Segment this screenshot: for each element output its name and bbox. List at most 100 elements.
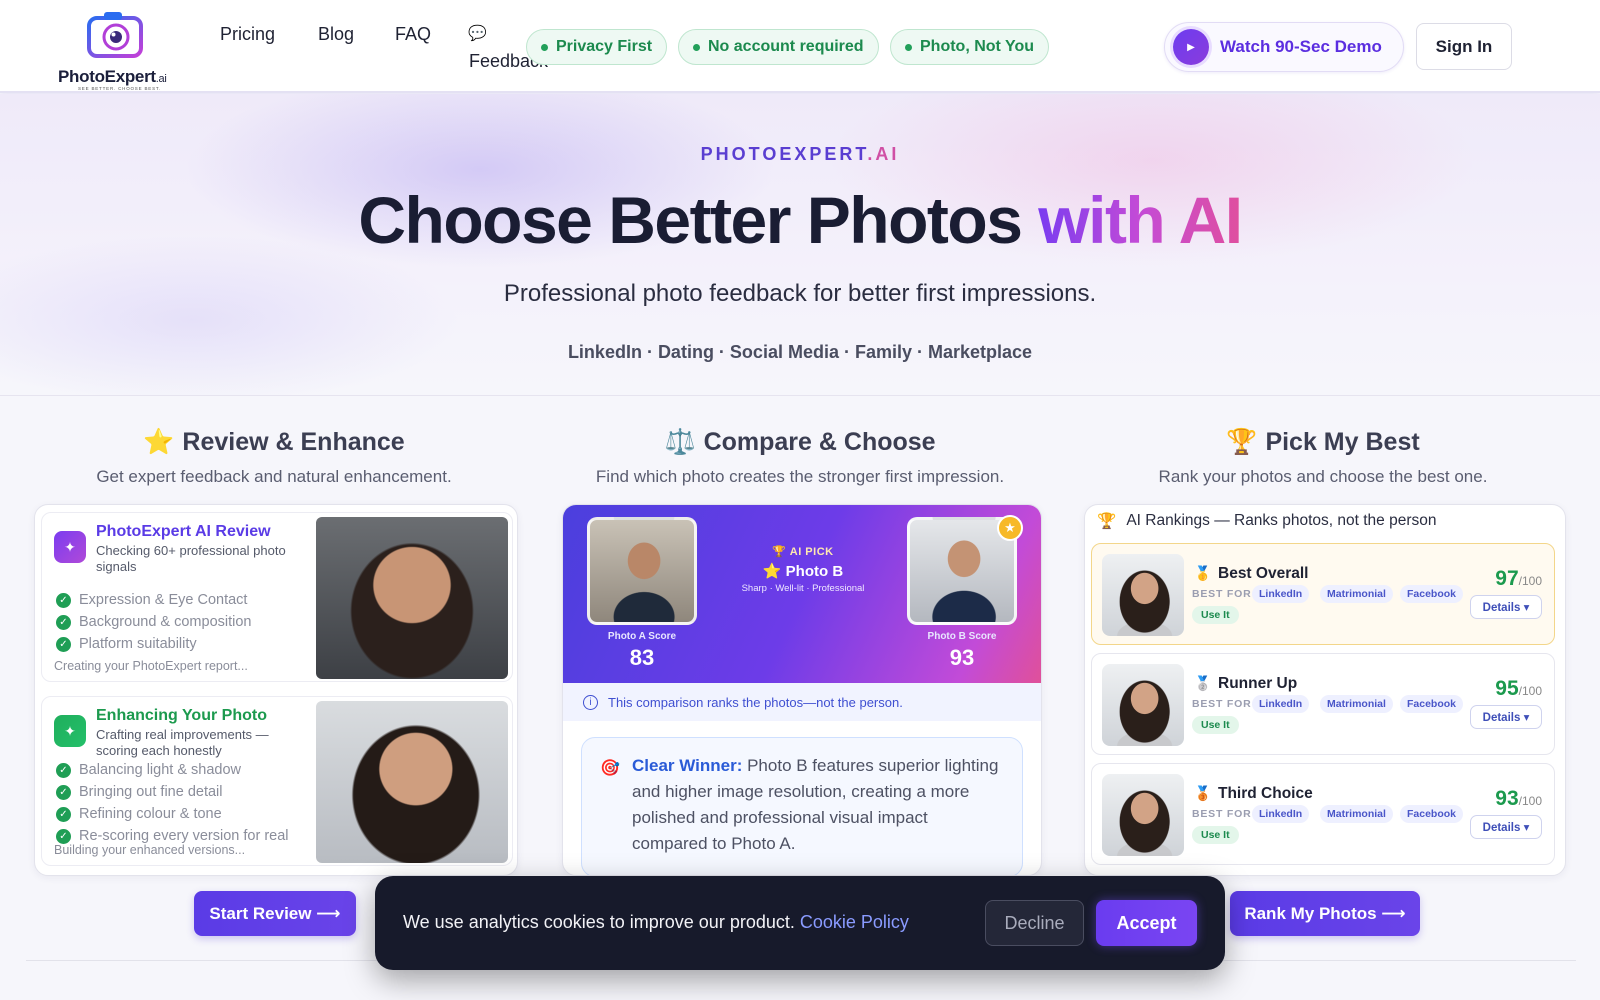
pill-privacy-first: Privacy First (526, 29, 668, 65)
list-item: ✓ Expression & Eye Contact (56, 589, 252, 611)
site-header: PhotoExpert.ai SEE BETTER. CHOOSE BEST. … (0, 0, 1600, 93)
gold-medal-icon: 🥇 (1194, 565, 1212, 581)
rank-my-photos-button[interactable]: Rank My Photos ⟶ (1230, 891, 1420, 936)
hero-subtitle: Professional photo feedback for better f… (503, 280, 1097, 307)
list-item: ✓ Background & composition (56, 611, 252, 633)
ai-pick-traits: Sharp · Well-lit · Professional (741, 583, 865, 594)
tag-matrimonial: Matrimonial (1320, 585, 1393, 603)
rank-title: Third Choice (1218, 785, 1313, 802)
hero-eyebrow: PHOTOEXPERT.AI (700, 144, 900, 164)
hero-section: PHOTOEXPERT.AI Choose Better Photos with… (0, 94, 1600, 396)
list-item: ✓ Bringing out fine detail (56, 781, 289, 803)
enhance-checklist: ✓ Balancing light & shadow ✓ Bringing out … (56, 759, 289, 847)
photo-a (587, 517, 697, 625)
green-dot-icon (905, 43, 912, 51)
enhance-card-subtitle: Crafting real improvements — scoring eac… (96, 727, 269, 758)
use-it-button[interactable]: Use It (1192, 606, 1239, 624)
rank-title: Best Overall (1218, 565, 1309, 582)
check-icon: ✓ (56, 592, 71, 608)
rank-header: 🏆 AI Rankings — Ranks photos, not the pe… (1097, 512, 1437, 530)
ai-pick: 🏆 AI PICK ⭐ Photo B Sharp · Well-lit · P… (713, 545, 893, 594)
info-icon: i (583, 694, 598, 710)
hero-categories: LinkedIn · Dating · Social Media · Famil… (567, 342, 1033, 362)
rank-thumb (1102, 554, 1184, 636)
tag-matrimonial: Matrimonial (1320, 695, 1393, 713)
review-panel: ✦ PhotoExpert AI Review Checking 60+ pro… (34, 504, 518, 876)
winner-box: 🎯 Clear Winner: Photo B features superio… (581, 737, 1023, 875)
enhanced-photo (316, 701, 508, 863)
rank-score: 93/100 (1495, 787, 1542, 810)
tag-linkedin: LinkedIn (1252, 805, 1310, 823)
best-for-label: BEST FOR (1192, 808, 1252, 820)
check-icon: ✓ (56, 614, 71, 630)
review-enhance-desc: Get expert feedback and natural enhancem… (96, 467, 452, 486)
rank-panel: 🏆 AI Rankings — Ranks photos, not the pe… (1084, 504, 1566, 876)
ai-pick-label: 🏆 AI PICK (772, 546, 834, 558)
rank-card-best: 🥇 Best Overall BEST FOR LinkedIn Matrimo… (1091, 543, 1555, 645)
cookie-message: We use analytics cookies to improve our … (403, 912, 909, 932)
decline-button[interactable]: Decline (985, 900, 1084, 946)
photo-a-score: 83 (629, 645, 655, 670)
tag-linkedin: LinkedIn (1252, 695, 1310, 713)
scales-icon: ⚖️ (664, 428, 696, 456)
tag-facebook: Facebook (1400, 585, 1464, 603)
rank-card-runner-up: 🥈 Runner Up BEST FOR LinkedIn Matrimonia… (1091, 653, 1555, 755)
pill-no-account: No account required (678, 29, 879, 65)
check-icon: ✓ (56, 806, 71, 822)
enhance-status: Building your enhanced versions... (54, 843, 246, 857)
review-enhance-title: ⭐ Review & Enhance (143, 428, 405, 456)
rank-score: 95/100 (1495, 677, 1542, 700)
use-it-button[interactable]: Use It (1192, 826, 1239, 844)
hero-title: Choose Better Photos with AI (358, 183, 1243, 257)
best-for-label: BEST FOR (1192, 588, 1252, 600)
trophy-icon: 🏆 (1097, 512, 1117, 530)
review-checklist: ✓ Expression & Eye Contact ✓ Background & … (56, 589, 252, 655)
tag-linkedin: LinkedIn (1252, 585, 1310, 603)
nav-blog[interactable]: Blog (318, 24, 354, 45)
rank-title: Runner Up (1218, 675, 1298, 692)
review-card-subtitle: Checking 60+ professional photo signals (96, 543, 286, 574)
nav-pricing[interactable]: Pricing (220, 24, 275, 45)
trophy-icon: 🏆 (1226, 428, 1258, 456)
accept-button[interactable]: Accept (1096, 900, 1197, 946)
camera-logo-icon (87, 12, 143, 58)
list-item: ✓ Refining colour & tone (56, 803, 289, 825)
star-badge-icon: ★ (997, 515, 1023, 541)
details-button[interactable]: Details ▾ (1470, 595, 1542, 619)
rank-score: 97/100 (1495, 567, 1542, 590)
check-icon: ✓ (56, 828, 71, 844)
logo-wordmark: PhotoExpert.ai (58, 67, 167, 86)
enhance-card: ✦ Enhancing Your Photo Crafting real imp… (41, 696, 513, 866)
photo-b-label: Photo B Score (927, 631, 997, 642)
compare-banner: Photo A Score 83 🏆 AI PICK ⭐ Photo B Sha… (563, 505, 1041, 683)
sign-in-button[interactable]: Sign In (1416, 23, 1512, 70)
compare-choose-title: ⚖️ Compare & Choose (664, 428, 936, 456)
details-button[interactable]: Details ▾ (1470, 815, 1542, 839)
details-button[interactable]: Details ▾ (1470, 705, 1542, 729)
best-for-label: BEST FOR (1192, 698, 1252, 710)
check-icon: ✓ (56, 784, 71, 800)
check-icon: ✓ (56, 636, 71, 652)
tag-matrimonial: Matrimonial (1320, 805, 1393, 823)
silver-medal-icon: 🥈 (1194, 675, 1212, 691)
start-review-button[interactable]: Start Review ⟶ (194, 891, 356, 936)
sparkle-icon: ✦ (54, 715, 86, 747)
pill-photo-not-you: Photo, Not You (890, 29, 1050, 65)
check-icon: ✓ (56, 762, 71, 778)
target-icon: 🎯 (600, 760, 620, 777)
watch-demo-button[interactable]: ▶ Watch 90-Sec Demo (1164, 22, 1404, 72)
ai-pick-winner: ⭐ Photo B (762, 563, 844, 580)
pick-best-title: 🏆 Pick My Best (1226, 428, 1420, 456)
green-dot-icon (541, 43, 548, 51)
cookie-policy-link[interactable]: Cookie Policy (800, 912, 909, 932)
use-it-button[interactable]: Use It (1192, 716, 1239, 734)
review-photo (316, 517, 508, 679)
green-dot-icon (693, 43, 700, 51)
tag-facebook: Facebook (1400, 805, 1464, 823)
speech-bubble-icon: 💬 (468, 25, 487, 42)
logo[interactable]: PhotoExpert.ai SEE BETTER. CHOOSE BEST. (58, 8, 178, 91)
photo-a-label: Photo A Score (607, 631, 677, 642)
compare-choose-desc: Find which photo creates the stronger fi… (595, 467, 1005, 486)
nav-faq[interactable]: FAQ (395, 24, 431, 45)
logo-tagline: SEE BETTER. CHOOSE BEST. (78, 86, 161, 91)
